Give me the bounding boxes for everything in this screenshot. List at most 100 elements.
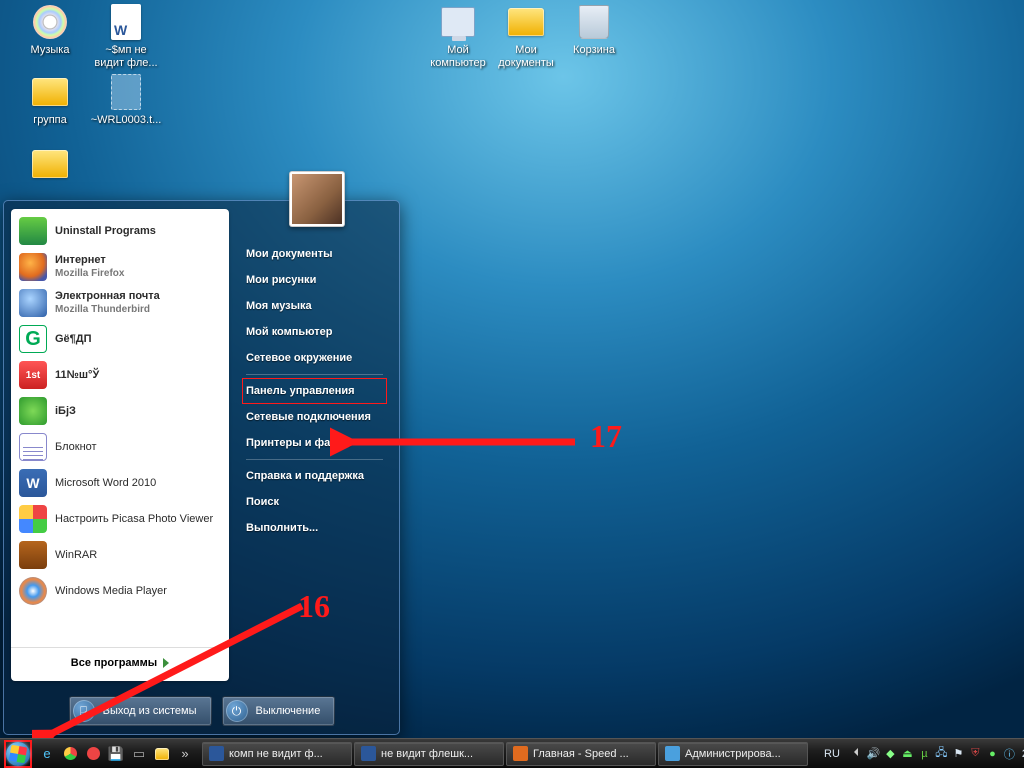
start-menu-link[interactable]: Моя музыка — [236, 293, 393, 319]
program-item[interactable]: Электронная почтаMozilla Thunderbird — [11, 285, 229, 321]
program-item[interactable]: WinRAR — [11, 537, 229, 573]
taskbar-button[interactable]: Главная - Speed ... — [506, 742, 656, 766]
desktop-icon-label: Мой компьютер — [422, 44, 494, 70]
taskbar-button[interactable]: Администрирова... — [658, 742, 808, 766]
taskbar-button-label: Главная - Speed ... — [533, 748, 629, 760]
start-menu-right-pane: Мои документыМои рисункиМоя музыкаМой ко… — [236, 209, 393, 681]
ql-explorer-icon[interactable] — [151, 743, 173, 765]
tray-info-icon[interactable]: ⓘ — [1001, 745, 1018, 762]
desktop-icon[interactable]: ~$мп не видит фле... — [90, 2, 162, 70]
start-menu-link[interactable]: Сетевое окружение — [236, 345, 393, 371]
desktop-icon-label: Корзина — [558, 44, 630, 57]
program-label: Настроить Picasa Photo Viewer — [55, 513, 213, 526]
ql-desktop-icon[interactable]: ▭ — [128, 743, 150, 765]
system-tray: RU ⏴ 🔊 ◆ ⏏ µ 🖧 ⚑ ⛨ ● ⓘ 23:02 — [810, 745, 1024, 762]
program-icon — [19, 253, 47, 281]
folder-icon — [30, 144, 70, 184]
desktop-icon[interactable]: Музыка — [14, 2, 86, 57]
folder-icon — [30, 72, 70, 112]
start-menu-link[interactable]: Мои рисунки — [236, 267, 393, 293]
power-icon: ⏻ — [226, 700, 248, 722]
doctmp-icon — [106, 72, 146, 112]
program-label: ИнтернетMozilla Firefox — [55, 254, 124, 280]
start-menu-left-pane: Uninstall Programs ИнтернетMozilla Firefo… — [11, 209, 229, 681]
desktop-icon[interactable]: Мои документы — [490, 2, 562, 70]
pc-icon — [438, 2, 478, 42]
tray-utorrent-icon[interactable]: µ — [916, 745, 933, 762]
desktop-icon[interactable]: Корзина — [558, 2, 630, 57]
ql-chevron-icon[interactable]: » — [174, 743, 196, 765]
tray-volume-icon[interactable]: 🔊 — [865, 745, 882, 762]
program-item[interactable]: Блокнот — [11, 429, 229, 465]
windows-logo-icon — [6, 742, 30, 766]
desktop-icon-label: ~$мп не видит фле... — [90, 44, 162, 70]
all-programs-button[interactable]: Все программы — [11, 647, 229, 677]
logoff-icon: ⍈ — [73, 700, 95, 722]
program-item[interactable]: Windows Media Player — [11, 573, 229, 609]
start-menu-link[interactable]: Выполнить... — [236, 515, 393, 541]
arrow-right-icon — [163, 658, 169, 668]
program-item[interactable]: WMicrosoft Word 2010 — [11, 465, 229, 501]
program-item[interactable]: Uninstall Programs — [11, 213, 229, 249]
tray-usb-icon[interactable]: ● — [984, 745, 1001, 762]
start-menu-bottom-row: ⍈ Выход из системы ⏻ Выключение — [11, 696, 393, 726]
program-icon — [19, 217, 47, 245]
control-panel-link[interactable]: Панель управления — [242, 378, 387, 404]
folder-icon — [506, 2, 546, 42]
program-item[interactable]: Настроить Picasa Photo Viewer — [11, 501, 229, 537]
start-menu-link[interactable]: Справка и поддержка — [236, 463, 393, 489]
program-icon: G — [19, 325, 47, 353]
program-item[interactable]: iБjЗ — [11, 393, 229, 429]
program-label: iБjЗ — [55, 405, 76, 418]
quick-launch: e 💾 ▭ » — [36, 743, 196, 765]
cd-icon — [30, 2, 70, 42]
program-label: WinRAR — [55, 549, 97, 562]
start-menu-link[interactable]: Мой компьютер — [236, 319, 393, 345]
taskbar-buttons: комп не видит ф... не видит флешк... Главн… — [202, 742, 810, 766]
desktop-icon[interactable]: Мой компьютер — [422, 2, 494, 70]
pinned-programs-list: Uninstall Programs ИнтернетMozilla Firefo… — [11, 213, 229, 609]
tray-chevron-icon[interactable]: ⏴ — [848, 745, 865, 762]
program-icon — [19, 541, 47, 569]
program-icon: 1st — [19, 361, 47, 389]
docx-icon — [106, 2, 146, 42]
program-label: Uninstall Programs — [55, 225, 156, 238]
start-menu-link[interactable]: Мои документы — [236, 241, 393, 267]
ql-opera-icon[interactable] — [82, 743, 104, 765]
program-item[interactable]: 1st11№ш°Ў — [11, 357, 229, 393]
start-menu-link[interactable]: Принтеры и факсы — [236, 430, 393, 456]
desktop-icon[interactable]: группа — [14, 72, 86, 127]
logoff-button[interactable]: ⍈ Выход из системы — [69, 696, 212, 726]
taskbar-button[interactable]: комп не видит ф... — [202, 742, 352, 766]
tray-shield-icon[interactable]: ⛨ — [967, 745, 984, 762]
annotation-number-17: 17 — [590, 418, 622, 455]
taskbar-button-label: комп не видит ф... — [229, 748, 323, 760]
tray-safely-remove-icon[interactable]: ⏏ — [899, 745, 916, 762]
start-menu: Uninstall Programs ИнтернетMozilla Firefo… — [3, 200, 400, 735]
desktop-icon-label: Музыка — [14, 44, 86, 57]
tray-network-icon[interactable]: 🖧 — [933, 745, 950, 762]
program-icon — [19, 433, 47, 461]
desktop-icon[interactable] — [14, 144, 86, 186]
tray-flag-icon[interactable]: ⚑ — [950, 745, 967, 762]
taskbar-button-icon — [665, 746, 680, 761]
program-icon — [19, 577, 47, 605]
start-button[interactable] — [4, 740, 32, 768]
start-menu-link[interactable]: Сетевые подключения — [236, 404, 393, 430]
taskbar-button[interactable]: не видит флешк... — [354, 742, 504, 766]
ql-chrome-icon[interactable] — [59, 743, 81, 765]
ql-save-icon[interactable]: 💾 — [105, 743, 127, 765]
desktop-icon[interactable]: ~WRL0003.t... — [90, 72, 162, 127]
start-menu-link[interactable]: Поиск — [236, 489, 393, 515]
ql-ie-icon[interactable]: e — [36, 743, 58, 765]
taskbar-button-icon — [209, 746, 224, 761]
tray-antivirus-icon[interactable]: ◆ — [882, 745, 899, 762]
program-icon: W — [19, 469, 47, 497]
taskbar-button-label: не видит флешк... — [381, 748, 473, 760]
taskbar-button-icon — [361, 746, 376, 761]
language-indicator[interactable]: RU — [824, 748, 840, 760]
shutdown-button[interactable]: ⏻ Выключение — [222, 696, 336, 726]
program-item[interactable]: GGё¶ДП — [11, 321, 229, 357]
desktop-icon-label: ~WRL0003.t... — [90, 114, 162, 127]
program-item[interactable]: ИнтернетMozilla Firefox — [11, 249, 229, 285]
